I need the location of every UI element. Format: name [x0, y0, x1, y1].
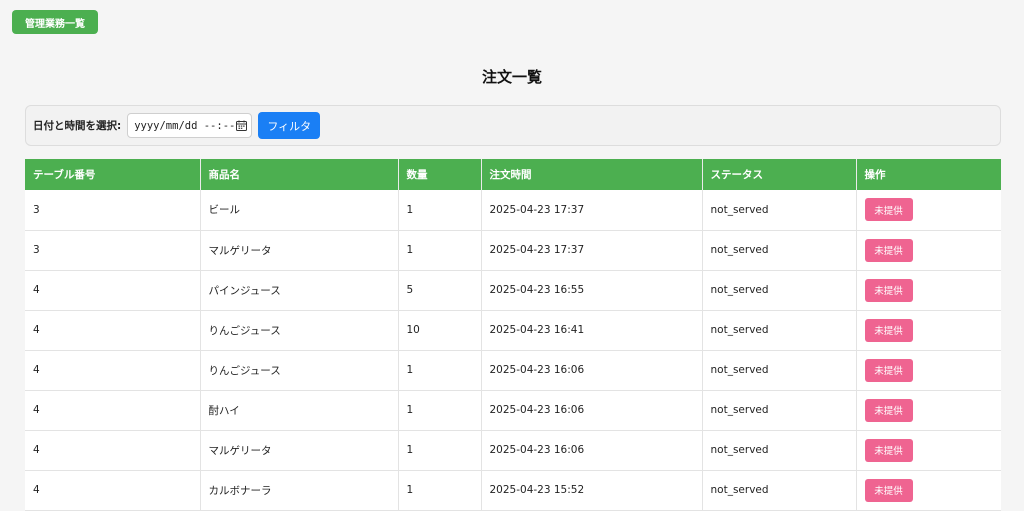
cell-table-number: 3 [25, 190, 201, 231]
cell-status: not_served [702, 270, 857, 311]
orders-table: テーブル番号 商品名 数量 注文時間 ステータス 操作 3 ビール 1 2025… [25, 159, 1001, 511]
cell-item-name: りんごジュース [200, 310, 399, 351]
table-row: 3 マルゲリータ 1 2025-04-23 17:37 not_served 未… [25, 230, 1001, 271]
table-row: 4 りんごジュース 10 2025-04-23 16:41 not_served… [25, 310, 1001, 351]
cell-item-name: 酎ハイ [200, 390, 399, 431]
cell-order-time: 2025-04-23 15:52 [481, 470, 703, 511]
cell-table-number: 4 [25, 470, 201, 511]
table-row: 4 パインジュース 5 2025-04-23 16:55 not_served … [25, 270, 1001, 311]
cell-item-name: ビール [200, 190, 399, 231]
not-served-button[interactable]: 未提供 [864, 278, 913, 302]
filter-button[interactable]: フィルタ [258, 112, 321, 139]
datetime-input[interactable]: yyyy/mm/dd --:-- [127, 113, 253, 138]
datetime-input-placeholder: yyyy/mm/dd --:-- [134, 119, 236, 132]
admin-menu-button[interactable]: 管理業務一覧 [12, 10, 98, 34]
cell-item-name: マルゲリータ [200, 430, 399, 471]
cell-action: 未提供 [856, 270, 1001, 311]
cell-status: not_served [702, 190, 857, 231]
cell-order-time: 2025-04-23 17:37 [481, 190, 703, 231]
cell-status: not_served [702, 230, 857, 271]
table-row: 4 カルボナーラ 1 2025-04-23 15:52 not_served 未… [25, 470, 1001, 511]
filter-label: 日付と時間を選択: [33, 120, 122, 132]
cell-quantity: 1 [398, 230, 482, 271]
cell-item-name: りんごジュース [200, 350, 399, 391]
cell-order-time: 2025-04-23 17:37 [481, 230, 703, 271]
cell-action: 未提供 [856, 470, 1001, 511]
cell-item-name: カルボナーラ [200, 470, 399, 511]
cell-action: 未提供 [856, 310, 1001, 351]
column-header-status: ステータス [702, 159, 857, 190]
not-served-button[interactable]: 未提供 [864, 398, 913, 422]
cell-table-number: 3 [25, 230, 201, 271]
not-served-button[interactable]: 未提供 [864, 318, 913, 342]
cell-status: not_served [702, 350, 857, 391]
cell-quantity: 1 [398, 470, 482, 511]
cell-quantity: 1 [398, 350, 482, 391]
cell-quantity: 1 [398, 430, 482, 471]
cell-status: not_served [702, 310, 857, 351]
cell-action: 未提供 [856, 390, 1001, 431]
cell-order-time: 2025-04-23 16:06 [481, 390, 703, 431]
not-served-button[interactable]: 未提供 [864, 478, 913, 502]
column-header-item-name: 商品名 [200, 159, 399, 190]
cell-action: 未提供 [856, 190, 1001, 231]
not-served-button[interactable]: 未提供 [864, 438, 913, 462]
cell-status: not_served [702, 430, 857, 471]
cell-table-number: 4 [25, 390, 201, 431]
column-header-quantity: 数量 [398, 159, 482, 190]
cell-status: not_served [702, 470, 857, 511]
page-title: 注文一覧 [481, 68, 542, 86]
column-header-order-time: 注文時間 [481, 159, 703, 190]
cell-table-number: 4 [25, 350, 201, 391]
cell-table-number: 4 [25, 310, 201, 351]
cell-quantity: 5 [398, 270, 482, 311]
cell-action: 未提供 [856, 350, 1001, 391]
column-header-action: 操作 [856, 159, 1001, 190]
not-served-button[interactable]: 未提供 [864, 238, 913, 262]
cell-order-time: 2025-04-23 16:06 [481, 350, 703, 391]
cell-quantity: 1 [398, 190, 482, 231]
not-served-button[interactable]: 未提供 [864, 198, 913, 222]
calendar-icon[interactable] [235, 113, 248, 138]
table-row: 4 酎ハイ 1 2025-04-23 16:06 not_served 未提供 [25, 390, 1001, 431]
cell-order-time: 2025-04-23 16:06 [481, 430, 703, 471]
cell-quantity: 10 [398, 310, 482, 351]
cell-item-name: マルゲリータ [200, 230, 399, 271]
table-row: 4 りんごジュース 1 2025-04-23 16:06 not_served … [25, 350, 1001, 391]
cell-order-time: 2025-04-23 16:55 [481, 270, 703, 311]
table-row: 4 マルゲリータ 1 2025-04-23 16:06 not_served 未… [25, 430, 1001, 471]
cell-order-time: 2025-04-23 16:41 [481, 310, 703, 351]
not-served-button[interactable]: 未提供 [864, 358, 913, 382]
cell-status: not_served [702, 390, 857, 431]
table-header-row: テーブル番号 商品名 数量 注文時間 ステータス 操作 [25, 159, 1001, 190]
table-row: 3 ビール 1 2025-04-23 17:37 not_served 未提供 [25, 190, 1001, 231]
cell-action: 未提供 [856, 230, 1001, 271]
column-header-table-number: テーブル番号 [25, 159, 201, 190]
cell-item-name: パインジュース [200, 270, 399, 311]
cell-action: 未提供 [856, 430, 1001, 471]
cell-table-number: 4 [25, 270, 201, 311]
filter-bar: 日付と時間を選択: yyyy/mm/dd --:-- フィルタ [25, 105, 1001, 146]
cell-quantity: 1 [398, 390, 482, 431]
cell-table-number: 4 [25, 430, 201, 471]
